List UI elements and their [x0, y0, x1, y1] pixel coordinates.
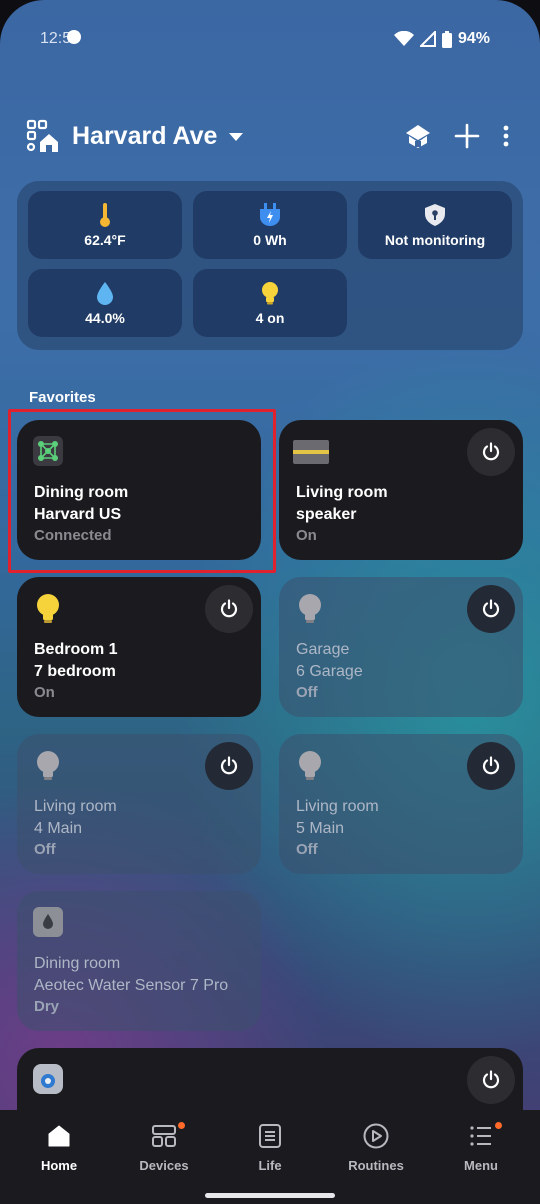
power-button[interactable] [205, 742, 253, 790]
device-state: Off [296, 684, 318, 701]
device-name: 6 Garage [296, 663, 363, 680]
bottom-nav: Home Devices Life Routines Menu [0, 1110, 540, 1204]
device-state: On [34, 684, 55, 701]
camera-device-icon [33, 1064, 63, 1094]
life-icon [259, 1124, 281, 1148]
humidity-drop-icon [97, 282, 113, 305]
menu-icon [470, 1126, 491, 1146]
routines-play-icon [363, 1123, 389, 1149]
humidity-tile[interactable]: 44.0% [28, 269, 182, 337]
security-value: Not monitoring [384, 232, 486, 248]
status-time: 12:5 [40, 30, 82, 48]
light-bulb-off-icon [299, 751, 321, 780]
header: Harvard Ave [26, 114, 510, 158]
header-actions [404, 123, 510, 149]
security-shield-icon [425, 204, 445, 226]
home-summary-panel: 62.4°F 0 Wh Not monitoring 44.0% 4 on [17, 181, 523, 350]
selection-highlight [8, 409, 276, 573]
thermometer-icon [100, 203, 110, 227]
power-icon [220, 756, 238, 775]
device-name: speaker [296, 506, 357, 523]
device-name: Aeotec Water Sensor 7 Pro [34, 977, 229, 994]
device-room: Living room [296, 484, 388, 501]
device-room: Living room [296, 798, 379, 815]
power-button[interactable] [467, 585, 515, 633]
nav-devices[interactable]: Devices [114, 1122, 214, 1173]
device-card-garage-light[interactable]: Garage 6 Garage Off [279, 577, 523, 717]
energy-plug-icon [260, 203, 280, 226]
device-state: Off [296, 841, 318, 858]
device-card-bedroom-light[interactable]: Bedroom 1 7 bedroom On [17, 577, 261, 717]
security-tile[interactable]: Not monitoring [358, 191, 512, 259]
smartthings-home-icon[interactable] [26, 119, 60, 153]
power-button[interactable] [205, 585, 253, 633]
device-card-living-main-5[interactable]: Living room 5 Main Off [279, 734, 523, 874]
home-title[interactable]: Harvard Ave [72, 122, 217, 151]
notification-badge [495, 1122, 502, 1129]
lights-value: 4 on [255, 310, 285, 326]
light-bulb-icon [262, 282, 278, 305]
device-card-speaker[interactable]: Living room speaker On [279, 420, 523, 560]
battery-icon [441, 30, 452, 48]
nav-label: Menu [464, 1158, 498, 1173]
notification-badge [178, 1122, 185, 1129]
power-icon [482, 599, 500, 618]
device-name: 5 Main [296, 820, 345, 837]
device-state: Off [34, 841, 56, 858]
power-button[interactable] [467, 1056, 515, 1104]
power-icon [482, 1070, 500, 1089]
device-room: Dining room [34, 955, 121, 972]
devices-icon [152, 1125, 176, 1147]
nav-home[interactable]: Home [9, 1122, 109, 1173]
speaker-soundbar-icon [293, 440, 329, 464]
device-room: Garage [296, 641, 350, 658]
nav-label: Devices [139, 1158, 189, 1173]
power-button[interactable] [467, 742, 515, 790]
power-icon [482, 442, 500, 461]
cellular-icon [419, 31, 436, 47]
device-name: 7 bedroom [34, 663, 116, 680]
nav-menu[interactable]: Menu [431, 1122, 531, 1173]
device-state: On [296, 527, 317, 544]
energy-tile[interactable]: 0 Wh [193, 191, 347, 259]
water-sensor-icon [33, 907, 63, 937]
power-button[interactable] [467, 428, 515, 476]
more-options-icon[interactable] [502, 124, 510, 148]
lights-tile[interactable]: 4 on [193, 269, 347, 337]
home-gesture-bar[interactable] [205, 1193, 335, 1198]
temperature-value: 62.4°F [84, 232, 126, 248]
device-state: Dry [34, 998, 60, 1015]
device-name: 4 Main [34, 820, 83, 837]
nav-life[interactable]: Life [220, 1122, 320, 1173]
add-icon[interactable] [454, 123, 480, 149]
energy-value: 0 Wh [253, 232, 287, 248]
status-bar: 12:5 94% [40, 28, 490, 50]
light-bulb-off-icon [299, 594, 321, 623]
favorites-heading: Favorites [29, 389, 96, 406]
device-card-living-main-4[interactable]: Living room 4 Main Off [17, 734, 261, 874]
device-card-water-sensor[interactable]: Dining room Aeotec Water Sensor 7 Pro Dr… [17, 891, 261, 1031]
smart-home-3d-icon[interactable] [404, 123, 432, 149]
nav-label: Home [40, 1158, 78, 1173]
power-icon [220, 599, 238, 618]
light-bulb-off-icon [37, 751, 59, 780]
messenger-icon [67, 30, 82, 44]
power-icon [482, 756, 500, 775]
humidity-value: 44.0% [85, 310, 125, 326]
device-room: Living room [34, 798, 117, 815]
app-screen: 12:5 94% Harvard Ave 62.4°F 0 Wh Not mon… [0, 0, 540, 1204]
nav-label: Routines [348, 1158, 404, 1173]
wifi-icon [393, 31, 414, 46]
home-icon [48, 1125, 70, 1147]
temperature-tile[interactable]: 62.4°F [28, 191, 182, 259]
light-bulb-on-icon [37, 594, 59, 623]
chevron-down-icon[interactable] [229, 133, 244, 141]
device-room: Bedroom 1 [34, 641, 118, 658]
nav-label: Life [258, 1158, 282, 1173]
nav-routines[interactable]: Routines [326, 1122, 426, 1173]
battery-percent: 94% [457, 30, 490, 47]
